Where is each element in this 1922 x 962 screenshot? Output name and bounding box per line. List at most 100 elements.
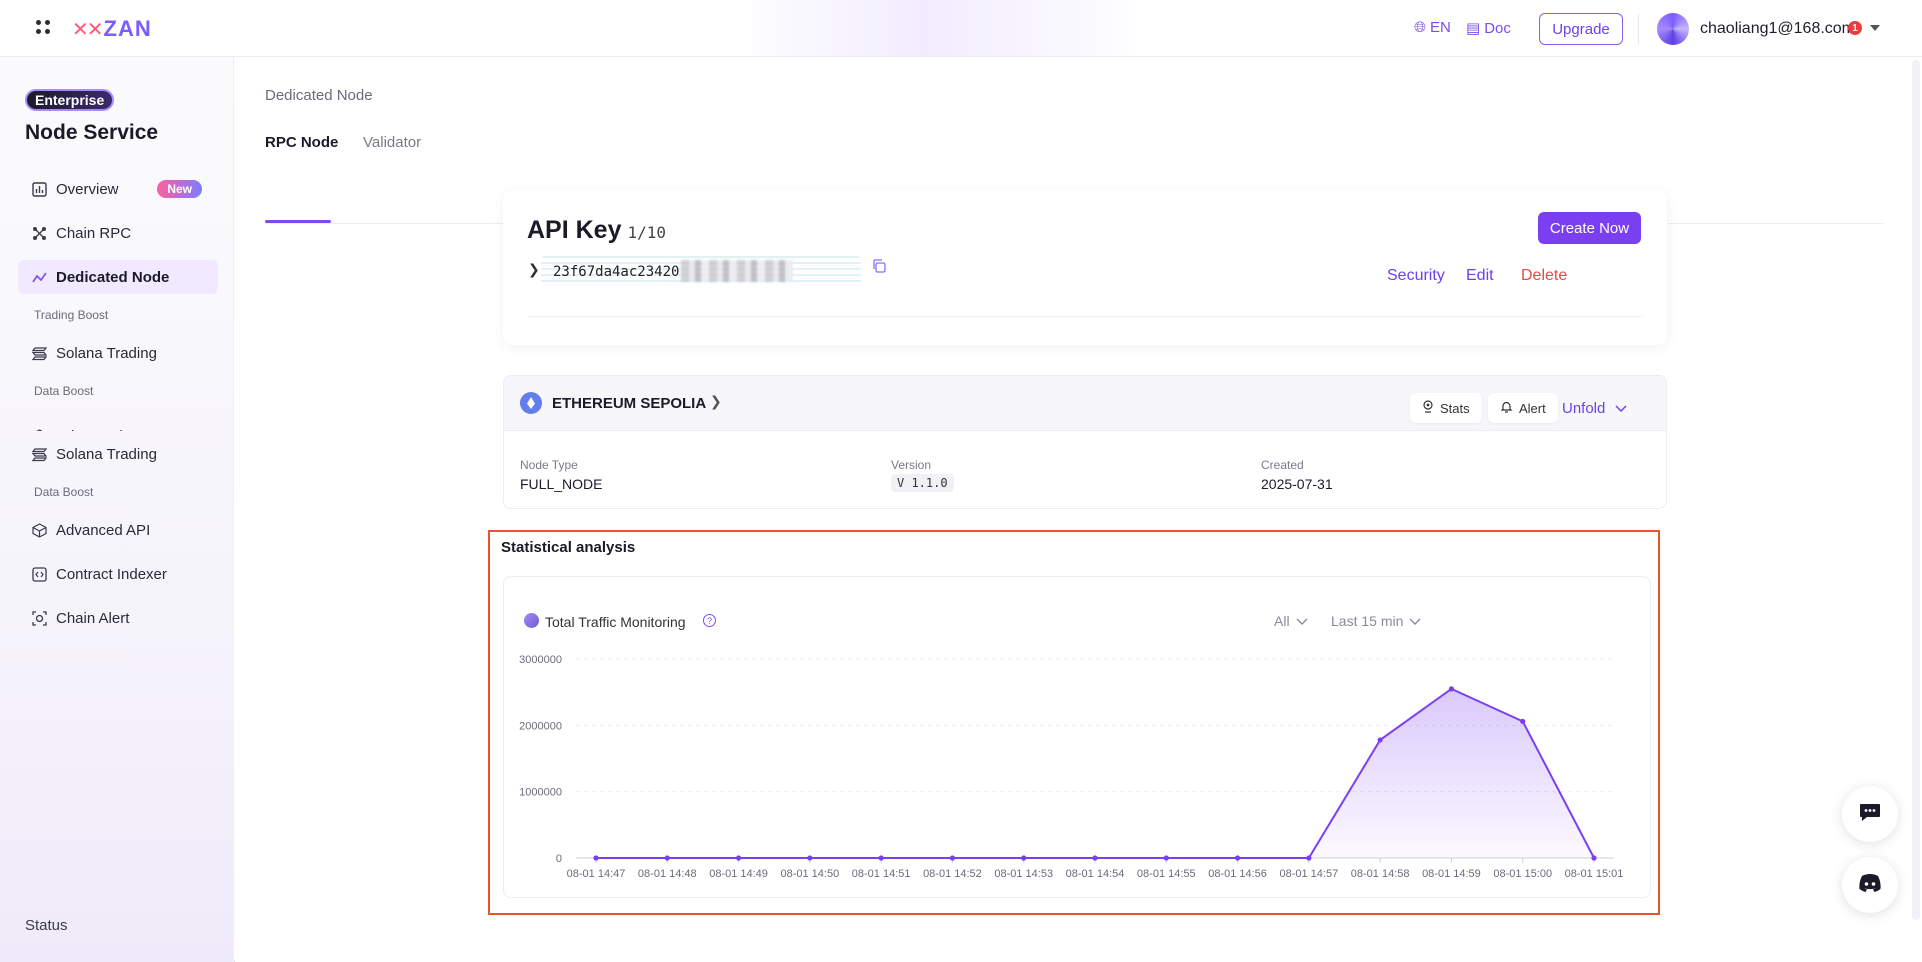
node-network-name[interactable]: ETHEREUM SEPOLIA — [552, 395, 706, 412]
data-point — [878, 855, 884, 861]
security-link[interactable]: Security — [1387, 267, 1445, 285]
x-tick-label: 08-01 14:49 — [709, 868, 768, 880]
y-tick-label: 1000000 — [519, 787, 562, 799]
sidebar-item-solana-trading[interactable]: Solana Trading — [18, 336, 218, 370]
breadcrumb: Dedicated Node — [265, 87, 373, 104]
location-pin-icon — [1422, 400, 1434, 416]
sidebar-item-advanced-api[interactable]: Advanced API — [18, 513, 218, 547]
discord-button[interactable] — [1842, 857, 1898, 913]
data-point — [807, 855, 813, 861]
data-point — [735, 855, 742, 861]
avatar[interactable] — [1657, 13, 1689, 45]
series-area — [596, 688, 1594, 858]
user-email[interactable]: chaoliang1@168.com — [1700, 20, 1855, 38]
node-type-label: Node Type — [520, 458, 578, 472]
data-point — [949, 855, 956, 861]
sidebar-item-overview[interactable]: Overview New — [18, 172, 218, 206]
ethereum-icon — [520, 392, 542, 414]
active-tab-indicator — [265, 220, 331, 223]
sidebar-item-solana-trading-2[interactable]: Solana Trading — [18, 437, 218, 471]
filter-all-select[interactable]: All — [1274, 613, 1308, 629]
cube-icon — [31, 428, 47, 431]
solana-icon — [31, 446, 47, 462]
discord-icon — [1858, 873, 1882, 898]
data-point — [1092, 855, 1098, 861]
chevron-down-icon — [1615, 400, 1627, 417]
statistical-analysis-title: Statistical analysis — [501, 539, 636, 556]
edit-link[interactable]: Edit — [1466, 267, 1494, 285]
alert-button[interactable]: Alert — [1488, 393, 1558, 423]
expand-chevron-icon[interactable]: ❯ — [528, 261, 540, 278]
data-point — [1377, 737, 1383, 743]
x-tick-label: 08-01 14:50 — [780, 868, 839, 880]
traffic-chart-card: Total Traffic Monitoring ? All Last 15 m… — [503, 576, 1651, 898]
unfold-toggle[interactable]: Unfold — [1562, 400, 1627, 417]
data-point — [1021, 855, 1027, 861]
chevron-down-icon — [1296, 613, 1308, 629]
node-card: ETHEREUM SEPOLIA ❯ Stats Alert Unfold No… — [503, 375, 1667, 509]
tab-validator[interactable]: Validator — [363, 134, 421, 151]
x-tick-label: 08-01 14:53 — [994, 868, 1053, 880]
zan-logo[interactable]: ✕✕ ZAN — [72, 14, 152, 44]
upgrade-button[interactable]: Upgrade — [1539, 13, 1623, 45]
bar-chart-icon — [31, 181, 47, 197]
caret-down-icon[interactable] — [1870, 25, 1880, 31]
chevron-right-icon[interactable]: ❯ — [710, 393, 722, 410]
sidebar-item-label: Advanced API — [56, 428, 150, 432]
bell-icon — [1500, 400, 1513, 416]
sidebar-item-label: Contract Indexer — [56, 565, 167, 583]
chat-button[interactable] — [1842, 786, 1898, 842]
time-range-label: Last 15 min — [1331, 613, 1404, 629]
cube-icon — [31, 522, 47, 538]
x-tick-label: 08-01 14:56 — [1208, 868, 1267, 880]
chevron-down-icon — [1409, 613, 1421, 629]
x-tick-label: 08-01 14:52 — [923, 868, 982, 880]
document-icon: ▤ — [1466, 20, 1481, 37]
sidebar-title: Node Service — [25, 121, 159, 144]
delete-link[interactable]: Delete — [1521, 267, 1567, 285]
node-type-value: FULL_NODE — [520, 476, 603, 492]
copy-icon[interactable] — [871, 258, 887, 274]
apps-grid-icon[interactable] — [36, 20, 52, 36]
x-tick-label: 08-01 14:59 — [1422, 868, 1481, 880]
divider — [527, 316, 1643, 317]
data-point — [1163, 855, 1169, 861]
y-tick-label: 0 — [556, 853, 562, 865]
x-tick-label: 08-01 15:01 — [1565, 868, 1624, 880]
data-point — [664, 855, 670, 861]
status-link[interactable]: Status — [25, 917, 68, 934]
traffic-chart: 0 1000000 2000000 3000000 08-01 14:47 08-01 1… — [519, 654, 1624, 880]
sidebar: Enterprise Node Service Overview New Cha… — [0, 57, 234, 962]
filter-all-label: All — [1274, 613, 1290, 629]
data-point — [1520, 718, 1526, 724]
sidebar-item-label: Advanced API — [56, 521, 151, 539]
sidebar-item-label: Chain RPC — [56, 224, 132, 242]
api-key-card: API Key 1/10 Create Now ❯ 23f67da4ac23420… — [503, 190, 1667, 345]
sidebar-item-label: Solana Trading — [56, 445, 157, 463]
tab-rpc-node[interactable]: RPC Node — [265, 134, 338, 151]
code-icon — [31, 566, 47, 582]
x-tick-label: 08-01 14:57 — [1279, 868, 1338, 880]
sidebar-item-contract-indexer[interactable]: Contract Indexer — [18, 557, 218, 591]
language-switcher[interactable]: 🌐︎ EN — [1414, 19, 1451, 36]
scrollbar[interactable] — [1912, 60, 1920, 920]
network-nodes-icon — [31, 225, 47, 241]
data-point — [1306, 855, 1312, 861]
new-badge: New — [157, 180, 202, 198]
api-key-count: 1/10 — [627, 223, 667, 242]
sidebar-item-chain-rpc[interactable]: Chain RPC — [18, 216, 218, 250]
doc-label: Doc — [1484, 19, 1511, 37]
sidebar-item-dedicated-node[interactable]: Dedicated Node — [18, 260, 218, 294]
sidebar-item-label: Solana Trading — [56, 344, 157, 362]
sidebar-item-label: Dedicated Node — [56, 268, 170, 286]
x-tick-label: 08-01 14:48 — [638, 868, 697, 880]
data-point — [593, 855, 599, 861]
stats-button[interactable]: Stats — [1410, 393, 1482, 423]
create-now-button[interactable]: Create Now — [1538, 212, 1641, 244]
time-range-select[interactable]: Last 15 min — [1331, 613, 1421, 629]
enterprise-badge: Enterprise — [25, 89, 115, 111]
sidebar-item-chain-alert[interactable]: Chain Alert — [18, 601, 218, 635]
doc-link[interactable]: ▤ Doc — [1466, 19, 1511, 38]
version-value: V 1.1.0 — [891, 474, 954, 492]
help-icon[interactable]: ? — [703, 614, 716, 627]
